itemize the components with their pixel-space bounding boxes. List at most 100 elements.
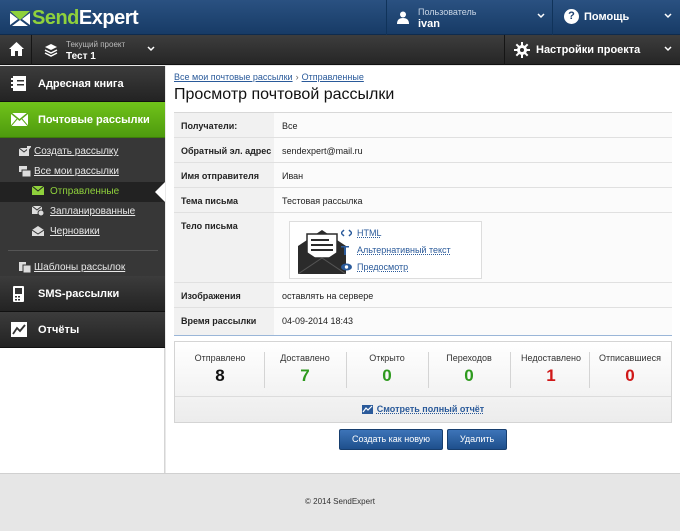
detail-row-subject: Тема письма Тестовая рассылка [174,188,672,213]
stat-sent: Отправлено 8 [179,342,261,396]
stat-value: 0 [382,366,392,385]
chevron-down-icon [537,13,545,19]
create-as-new-button[interactable]: Создать как новую [339,429,443,450]
detail-row-recipients: Получатели: Все [174,113,672,138]
sidebar-item-label: SMS-рассылки [38,288,120,300]
detail-label: Тело письма [174,213,274,282]
stat-opened: Открыто 0 [346,342,428,396]
sidebar-item-sent[interactable]: Отправленные [0,182,165,202]
sidebar-item-drafts[interactable]: Черновики [0,222,165,242]
preview-label: Предосмотр [357,262,409,272]
home-icon [9,42,24,56]
alt-text-label: Альтернативный текст [357,245,451,255]
detail-row-body: Тело письма HTML Альтернативный текст Пр… [174,213,672,283]
chevron-down-icon [147,46,155,52]
main-content: Все мои почтовые рассылки › Отправленные П… [166,66,680,473]
layers-icon [44,44,58,57]
alt-text-link[interactable]: Альтернативный текст [341,245,451,255]
html-view-label: HTML [357,228,382,238]
text-icon [341,246,349,255]
breadcrumb-current-link[interactable]: Отправленные [302,72,364,82]
chart-icon [11,322,27,337]
sidebar-item-label: Шаблоны рассылок [34,262,126,273]
stat-undelivered: Недоставлено 1 [510,342,592,396]
full-report-label: Смотреть полный отчёт [376,404,485,414]
footer: © 2014 SendExpert [0,473,680,531]
detail-row-images: Изображения оставлять на сервере [174,283,672,308]
stat-clicks: Переходов 0 [428,342,510,396]
stat-value: 1 [546,366,556,385]
sidebar-item-reports[interactable]: Отчёты [0,312,165,348]
help-icon: ? [564,9,579,24]
sidebar-item-scheduled[interactable]: Запланированные [0,202,165,222]
address-book-icon [11,76,26,91]
preview-link[interactable]: Предосмотр [341,262,409,272]
stat-label: Отправлено [194,353,246,363]
detail-value: оставлять на сервере [282,291,374,301]
page-title: Просмотр почтовой рассылки [174,86,395,103]
envelope-open-icon [298,230,346,274]
detail-value: 04-09-2014 18:43 [282,316,354,326]
project-settings-menu[interactable]: Настройки проекта [504,35,680,65]
code-icon [341,229,352,237]
breadcrumb-separator: › [295,72,299,82]
detail-value: Тестовая рассылка [282,196,363,206]
sidebar-item-label: Создать рассылку [34,146,119,157]
project-name: Тест 1 [66,51,96,62]
user-icon [397,11,409,24]
stat-label: Переходов [446,353,492,363]
divider [8,250,158,251]
help-menu[interactable]: ? Помощь [554,0,680,35]
selected-indicator [155,182,165,202]
templates-icon [19,262,31,273]
stat-unsubscribed: Отписавшиеся 0 [589,342,671,396]
detail-label: Получатели: [174,113,274,137]
project-bar: Текущий проект Тест 1 Настройки проекта [0,35,680,65]
stat-value: 0 [625,366,635,385]
sidebar-item-mailings[interactable]: Почтовые рассылки [0,102,165,138]
html-view-link[interactable]: HTML [341,228,382,238]
stat-label: Доставлено [280,353,330,363]
logo-expert-text: Expert [78,6,139,29]
project-caption: Текущий проект [66,40,126,49]
all-mail-icon [19,166,31,177]
breadcrumb: Все мои почтовые рассылки › Отправленные [174,72,364,82]
stat-value: 8 [215,366,225,385]
detail-row-sender: Имя отправителя Иван [174,163,672,188]
sidebar-item-label: Все мои рассылки [34,166,119,177]
sidebar-item-label: Почтовые рассылки [38,114,150,126]
home-button[interactable] [0,35,32,65]
stat-value: 0 [464,366,474,385]
logo[interactable]: SendExpert [10,6,139,30]
breadcrumb-root-link[interactable]: Все мои почтовые рассылки [174,72,293,82]
help-label: Помощь [584,11,630,23]
detail-label: Обратный эл. адрес [174,138,274,162]
sidebar-item-create-mailing[interactable]: Создать рассылку [0,142,165,162]
settings-label: Настройки проекта [536,44,641,56]
stat-delivered: Доставлено 7 [264,342,346,396]
sidebar-item-label: Отчёты [38,324,80,336]
detail-label: Изображения [174,283,274,307]
envelope-icon [11,113,28,126]
copyright-text: © 2014 SendExpert [305,497,375,506]
full-report-link[interactable]: Смотреть полный отчёт [175,404,671,414]
delete-button[interactable]: Удалить [447,429,507,450]
phone-icon [13,286,24,302]
sidebar-item-templates[interactable]: Шаблоны рассылок [0,258,165,278]
sidebar: Адресная книга Почтовые рассылки Создать… [0,66,165,473]
sidebar-item-label: Черновики [50,226,100,237]
sidebar-item-sms[interactable]: SMS-рассылки [0,276,165,312]
stat-label: Отписавшиеся [599,353,661,363]
detail-value: Все [282,121,298,131]
mailing-details: Получатели: Все Обратный эл. адрес sende… [174,112,672,336]
sidebar-item-all-mailings[interactable]: Все мои рассылки [0,162,165,182]
sidebar-item-address-book[interactable]: Адресная книга [0,66,165,102]
detail-label: Имя отправителя [174,163,274,187]
detail-label: Тема письма [174,188,274,212]
project-selector[interactable]: Текущий проект Тест 1 [33,35,163,65]
sent-icon [32,186,44,195]
detail-label: Время рассылки [174,308,274,335]
user-menu[interactable]: Пользователь ivan [386,0,553,35]
sidebar-item-label: Адресная книга [38,78,124,90]
chevron-down-icon [664,13,672,19]
